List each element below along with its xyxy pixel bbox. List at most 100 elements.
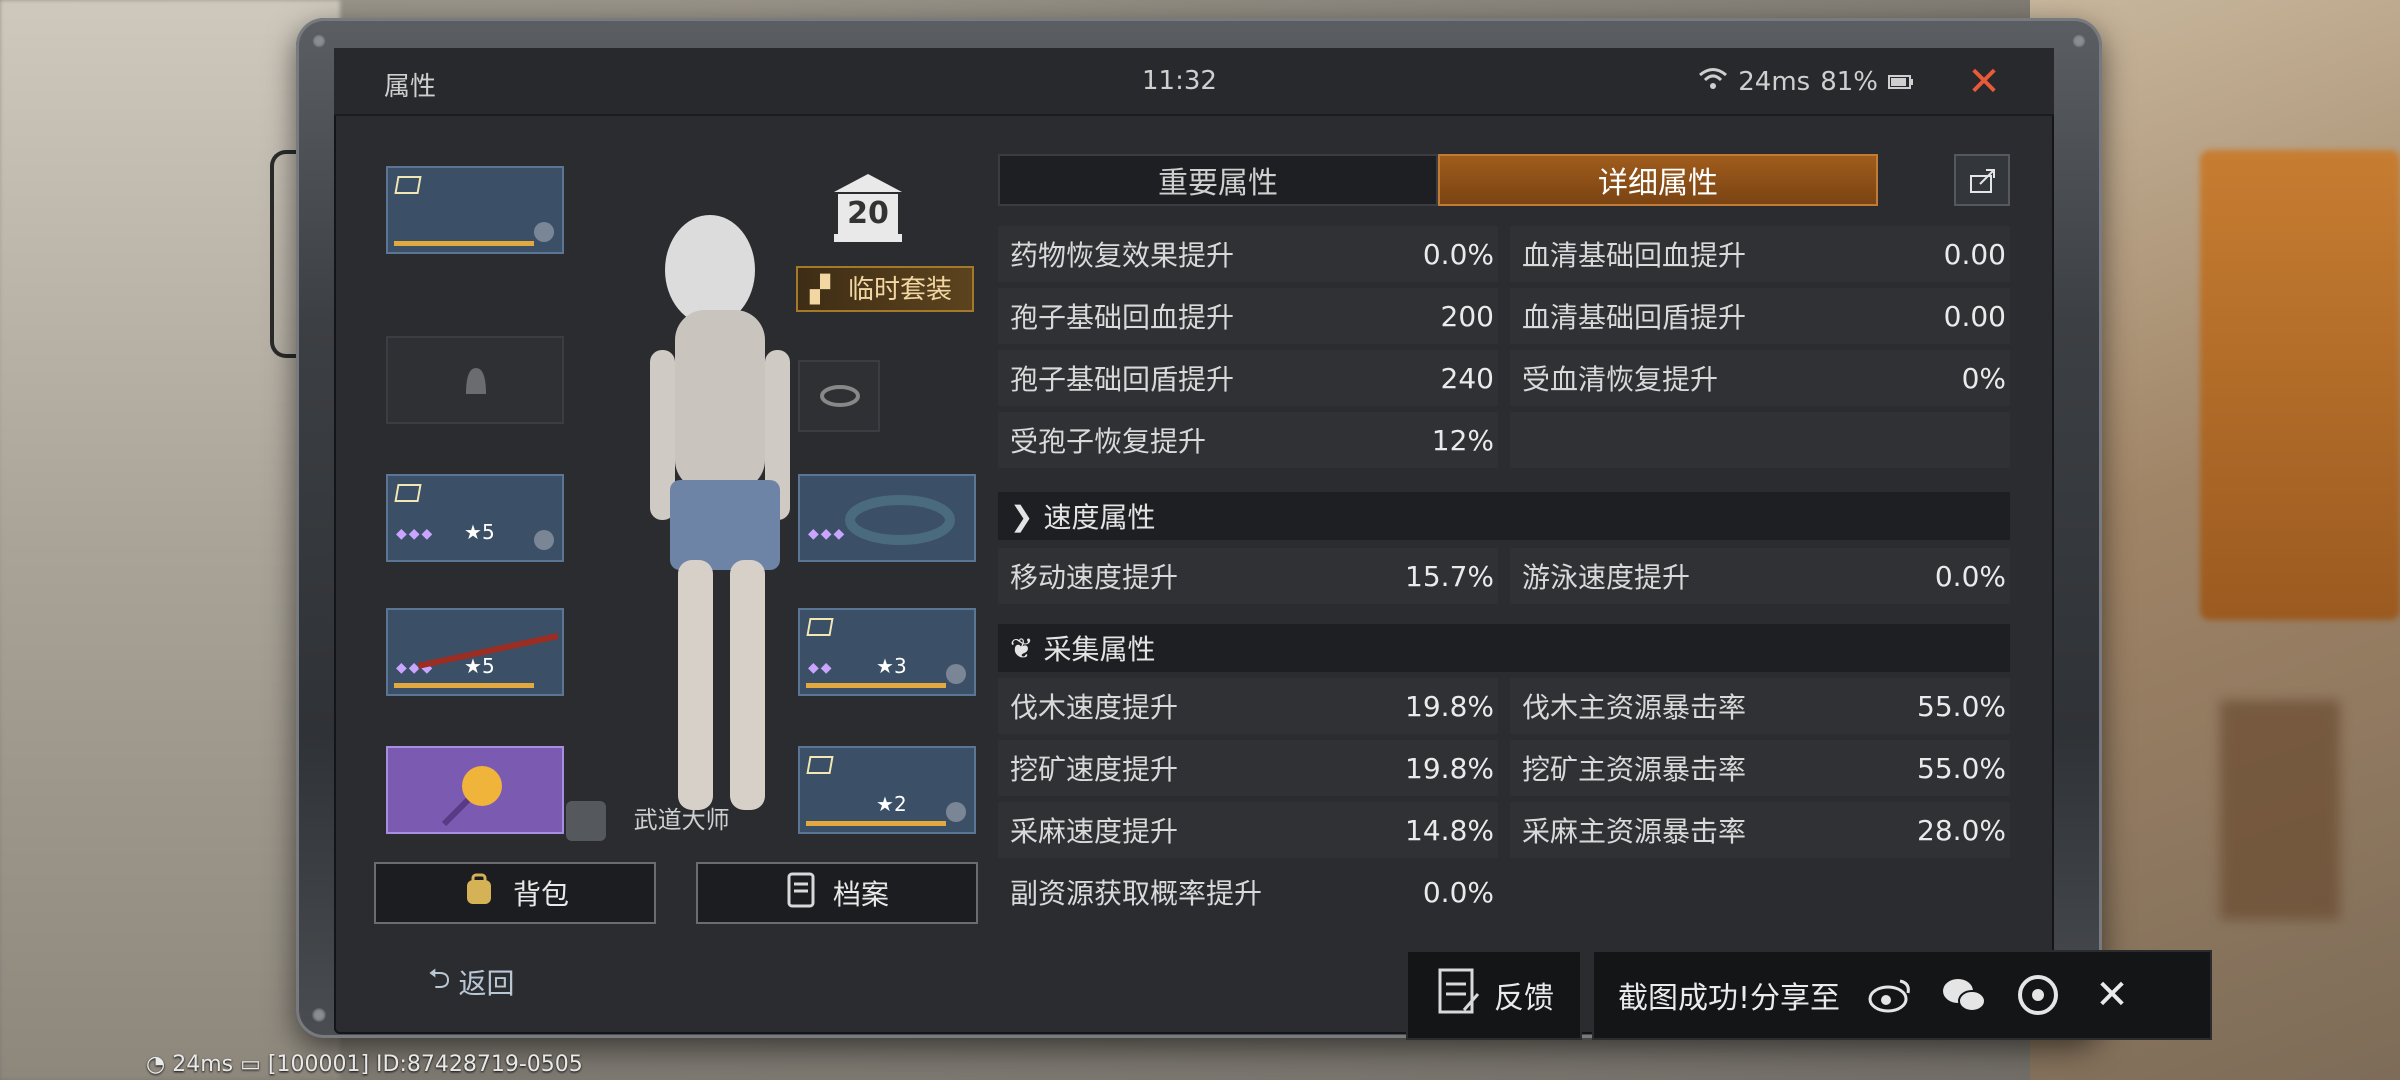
status-indicators: 24ms 81% xyxy=(1698,66,1914,97)
attribute-value: 28.0% xyxy=(1917,813,2006,847)
attribute-row: 副资源获取概率提升 0.0% xyxy=(998,864,2010,920)
wifi-icon xyxy=(1698,66,1728,97)
attribute-value: 55.0% xyxy=(1917,689,2006,723)
slot-badge-icon xyxy=(946,664,966,684)
attribute-cell: 游泳速度提升 0.0% xyxy=(1510,548,2010,604)
attribute-label: 副资源获取概率提升 xyxy=(1010,877,1263,910)
equip-slot-empty[interactable] xyxy=(386,336,564,424)
attribute-cell: 挖矿主资源暴击率 55.0% xyxy=(1510,740,2010,796)
attribute-cell-empty xyxy=(1510,864,2010,920)
attribute-label: 采麻速度提升 xyxy=(1010,815,1179,848)
attribute-cell: 受血清恢复提升 0% xyxy=(1510,350,2010,406)
set-icon: ▞ xyxy=(810,275,830,305)
star-level: ★2 xyxy=(876,792,907,816)
equip-slot-special[interactable] xyxy=(386,746,564,834)
status-bar: 属性 11:32 24ms 81% ✕ xyxy=(334,48,2054,116)
attribute-cell: 挖矿速度提升 19.8% xyxy=(998,740,1498,796)
equip-slot-armor[interactable]: ◆◆◆ ★5 xyxy=(386,474,564,562)
diamond-icon xyxy=(394,484,422,502)
chevron-right-icon: ❯ xyxy=(1010,499,1034,533)
attribute-value: 19.8% xyxy=(1405,751,1494,785)
battery-icon: ▭ xyxy=(240,1052,261,1077)
temp-set-label: 临时套装 xyxy=(848,275,953,305)
clock: 11:32 xyxy=(1142,66,1217,96)
attribute-row: 孢子基础回血提升 200 血清基础回盾提升 0.00 xyxy=(998,288,2010,344)
durability-bar xyxy=(394,241,534,246)
durability-bar xyxy=(394,683,534,688)
attribute-value: 200 xyxy=(1440,299,1494,333)
attribute-label: 采麻主资源暴击率 xyxy=(1522,815,1747,848)
slot-badge-icon xyxy=(534,222,554,242)
weibo-icon[interactable] xyxy=(1866,971,1914,1019)
title-icon xyxy=(566,801,606,841)
attribute-cell: 采麻速度提升 14.8% xyxy=(998,802,1498,858)
attribute-cell-empty xyxy=(1510,412,2010,468)
attribute-label: 血清基础回血提升 xyxy=(1522,239,1747,272)
attribute-row: 挖矿速度提升 19.8% 挖矿主资源暴击率 55.0% xyxy=(998,740,2010,796)
star-level-value: 5 xyxy=(481,520,495,544)
attribute-cell: 血清基础回血提升 0.00 xyxy=(1510,226,2010,282)
attribute-value: 0.0% xyxy=(1422,237,1494,271)
section-header-gather: ❦ 采集属性 xyxy=(998,624,2010,672)
section-title: 采集属性 xyxy=(1043,633,1156,666)
attribute-cell: 孢子基础回盾提升 240 xyxy=(998,350,1498,406)
panel-title: 属性 xyxy=(384,72,437,102)
background-crate xyxy=(2200,150,2400,620)
feedback-button[interactable]: 反馈 xyxy=(1406,950,1582,1040)
star-level-value: 2 xyxy=(893,792,907,816)
attribute-label: 伐木速度提升 xyxy=(1010,691,1179,724)
lollipop-icon xyxy=(441,766,502,827)
attribute-value: 0.00 xyxy=(1943,237,2006,271)
attribute-row: 孢子基础回盾提升 240 受血清恢复提升 0% xyxy=(998,350,2010,406)
frame-bolt xyxy=(312,1008,326,1022)
share-icon xyxy=(1970,169,1995,193)
tab-detailed[interactable]: 详细属性 xyxy=(1438,154,1878,206)
tab-important[interactable]: 重要属性 xyxy=(998,154,1438,206)
attribute-label: 孢子基础回血提升 xyxy=(1010,301,1235,334)
aperture-icon[interactable] xyxy=(2014,971,2062,1019)
lock-icon xyxy=(466,368,486,394)
title-master: 武道大师 xyxy=(566,800,730,841)
attribute-cell: 受孢子恢复提升 12% xyxy=(998,412,1498,468)
attribute-label: 血清基础回盾提升 xyxy=(1522,301,1747,334)
attribute-value: 0.00 xyxy=(1943,299,2006,333)
wechat-icon[interactable] xyxy=(1940,971,1988,1019)
share-success-text: 截图成功!分享至 xyxy=(1618,981,1841,1016)
attribute-cell: 副资源获取概率提升 0.0% xyxy=(998,864,1498,920)
attribute-label: 挖矿速度提升 xyxy=(1010,753,1179,786)
back-button[interactable]: ⮌ 返回 xyxy=(428,958,514,1006)
attribute-value: 12% xyxy=(1431,423,1494,457)
attribute-label: 移动速度提升 xyxy=(1010,561,1179,594)
clipboard-icon xyxy=(1434,964,1482,1026)
leaf-icon: ❦ xyxy=(1010,631,1034,665)
attribute-label: 药物恢复效果提升 xyxy=(1010,239,1235,272)
document-icon xyxy=(785,872,817,915)
player-id: [100001] ID:87428719-0505 xyxy=(267,1052,583,1077)
attribute-label: 挖矿主资源暴击率 xyxy=(1522,753,1747,786)
backpack-button[interactable]: 背包 xyxy=(374,862,656,924)
attribute-row: 移动速度提升 15.7% 游泳速度提升 0.0% xyxy=(998,548,2010,604)
star-level: ★5 xyxy=(464,520,495,544)
attribute-cell: 移动速度提升 15.7% xyxy=(998,548,1498,604)
back-label: 返回 xyxy=(458,967,515,1000)
attribute-value: 15.7% xyxy=(1405,559,1494,593)
close-share-icon[interactable]: ✕ xyxy=(2088,971,2136,1019)
footer-info: ◔ 24ms ▭ [100001] ID:87428719-0505 xyxy=(146,1052,583,1077)
close-icon[interactable]: ✕ xyxy=(1964,62,2004,102)
temp-set-badge[interactable]: ▞ 临时套装 xyxy=(796,266,974,312)
share-button[interactable] xyxy=(1954,154,2010,206)
attribute-cell: 药物恢复效果提升 0.0% xyxy=(998,226,1498,282)
archive-button[interactable]: 档案 xyxy=(696,862,978,924)
attribute-value: 14.8% xyxy=(1405,813,1494,847)
attribute-label: 孢子基础回盾提升 xyxy=(1010,363,1235,396)
attribute-label: 游泳速度提升 xyxy=(1522,561,1691,594)
attribute-label: 受血清恢复提升 xyxy=(1522,363,1719,396)
diamond-icon xyxy=(394,176,422,194)
equip-slot-helmet[interactable] xyxy=(386,166,564,254)
back-arrow-icon: ⮌ xyxy=(428,962,451,995)
equip-slot-weapon[interactable]: ◆◆◆ ★5 xyxy=(386,608,564,696)
slot-badge-icon xyxy=(946,802,966,822)
weapon-icon xyxy=(418,633,558,669)
rank-number: 20 xyxy=(847,196,889,231)
attribute-row: 受孢子恢复提升 12% xyxy=(998,412,2010,468)
